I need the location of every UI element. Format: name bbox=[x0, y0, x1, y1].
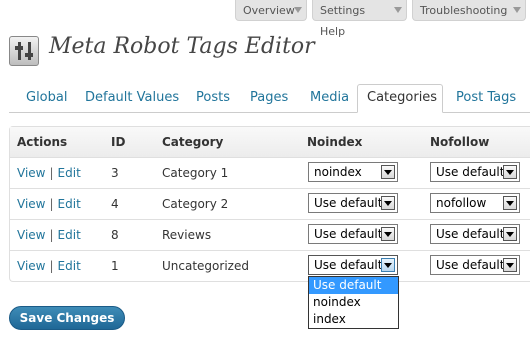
nofollow-select[interactable]: Use default bbox=[430, 255, 520, 275]
noindex-select[interactable]: Use default bbox=[308, 255, 398, 275]
chevron-down-icon bbox=[513, 7, 521, 13]
view-link[interactable]: View bbox=[17, 228, 45, 242]
header-actions: Actions bbox=[17, 135, 68, 149]
nofollow-select[interactable]: nofollow bbox=[430, 193, 520, 213]
troubleshooting-label: Troubleshooting bbox=[420, 4, 508, 17]
header-id: ID bbox=[111, 135, 126, 149]
edit-link[interactable]: Edit bbox=[58, 197, 81, 211]
table-row-actions: View | Edit bbox=[17, 197, 81, 211]
nofollow-select[interactable]: Use default bbox=[430, 162, 520, 182]
troubleshooting-tab[interactable]: Troubleshooting bbox=[412, 0, 526, 21]
action-separator: | bbox=[49, 259, 54, 273]
row-category: Reviews bbox=[162, 228, 212, 242]
nofollow-select[interactable]: Use default bbox=[430, 224, 520, 244]
table-row-actions: View | Edit bbox=[17, 166, 81, 180]
row-divider bbox=[10, 250, 530, 251]
row-category: Category 2 bbox=[162, 197, 229, 211]
noindex-select[interactable]: Use default bbox=[308, 193, 398, 213]
tab-posts[interactable]: Posts bbox=[196, 90, 230, 105]
row-id: 4 bbox=[111, 197, 119, 211]
select-value: Use default bbox=[436, 165, 505, 179]
row-id: 1 bbox=[111, 259, 119, 273]
edit-link[interactable]: Edit bbox=[58, 166, 81, 180]
tab-media[interactable]: Media bbox=[310, 90, 349, 105]
select-value: Use default bbox=[314, 258, 383, 272]
tab-pages[interactable]: Pages bbox=[250, 90, 288, 105]
select-value: Use default bbox=[436, 227, 505, 241]
view-link[interactable]: View bbox=[17, 166, 45, 180]
view-link[interactable]: View bbox=[17, 197, 45, 211]
noindex-dropdown-list: Use default noindex index bbox=[308, 276, 399, 329]
save-changes-button[interactable]: Save Changes bbox=[9, 306, 125, 330]
overview-tab[interactable]: Overview bbox=[235, 0, 307, 21]
row-category: Uncategorized bbox=[162, 259, 249, 273]
page-title: Meta Robot Tags Editor bbox=[49, 34, 315, 59]
chevron-down-icon[interactable] bbox=[503, 165, 517, 179]
table-row-actions: View | Edit bbox=[17, 228, 81, 242]
chevron-down-icon[interactable] bbox=[503, 227, 517, 241]
noindex-select[interactable]: noindex bbox=[308, 162, 398, 182]
edit-link[interactable]: Edit bbox=[58, 228, 81, 242]
select-value: Use default bbox=[314, 227, 383, 241]
action-separator: | bbox=[49, 166, 54, 180]
header-nofollow: Nofollow bbox=[430, 135, 490, 149]
header-category: Category bbox=[162, 135, 224, 149]
tabs-divider bbox=[9, 112, 530, 113]
noindex-select[interactable]: Use default bbox=[308, 224, 398, 244]
view-link[interactable]: View bbox=[17, 259, 45, 273]
tab-global[interactable]: Global bbox=[26, 90, 67, 105]
chevron-down-icon[interactable] bbox=[381, 258, 395, 272]
chevron-down-icon bbox=[394, 7, 402, 13]
tab-categories[interactable]: Categories bbox=[357, 84, 443, 113]
settings-help-tab[interactable]: Settings Help bbox=[312, 0, 407, 38]
tab-categories-label: Categories bbox=[367, 90, 438, 105]
row-divider bbox=[10, 188, 530, 189]
select-value: noindex bbox=[314, 165, 362, 179]
chevron-down-icon[interactable] bbox=[503, 258, 517, 272]
row-category: Category 1 bbox=[162, 166, 229, 180]
dropdown-option[interactable]: Use default bbox=[309, 277, 398, 294]
header-noindex: Noindex bbox=[307, 135, 363, 149]
action-separator: | bbox=[49, 197, 54, 211]
dropdown-option[interactable]: noindex bbox=[309, 294, 398, 311]
overview-label: Overview bbox=[243, 4, 295, 17]
settings-sliders-icon bbox=[9, 36, 39, 66]
chevron-down-icon bbox=[294, 7, 302, 13]
row-id: 3 bbox=[111, 166, 119, 180]
row-divider bbox=[10, 157, 530, 158]
chevron-down-icon[interactable] bbox=[381, 227, 395, 241]
dropdown-option[interactable]: index bbox=[309, 311, 398, 328]
table-row-actions: View | Edit bbox=[17, 259, 81, 273]
chevron-down-icon[interactable] bbox=[381, 165, 395, 179]
row-id: 8 bbox=[111, 228, 119, 242]
tab-default-values[interactable]: Default Values bbox=[85, 90, 179, 105]
settings-help-label: Settings Help bbox=[320, 4, 366, 38]
chevron-down-icon[interactable] bbox=[381, 196, 395, 210]
select-value: nofollow bbox=[436, 196, 487, 210]
select-value: Use default bbox=[436, 258, 505, 272]
tab-post-tags[interactable]: Post Tags bbox=[456, 90, 516, 105]
action-separator: | bbox=[49, 228, 54, 242]
select-value: Use default bbox=[314, 196, 383, 210]
edit-link[interactable]: Edit bbox=[58, 259, 81, 273]
chevron-down-icon[interactable] bbox=[503, 196, 517, 210]
row-divider bbox=[10, 219, 530, 220]
